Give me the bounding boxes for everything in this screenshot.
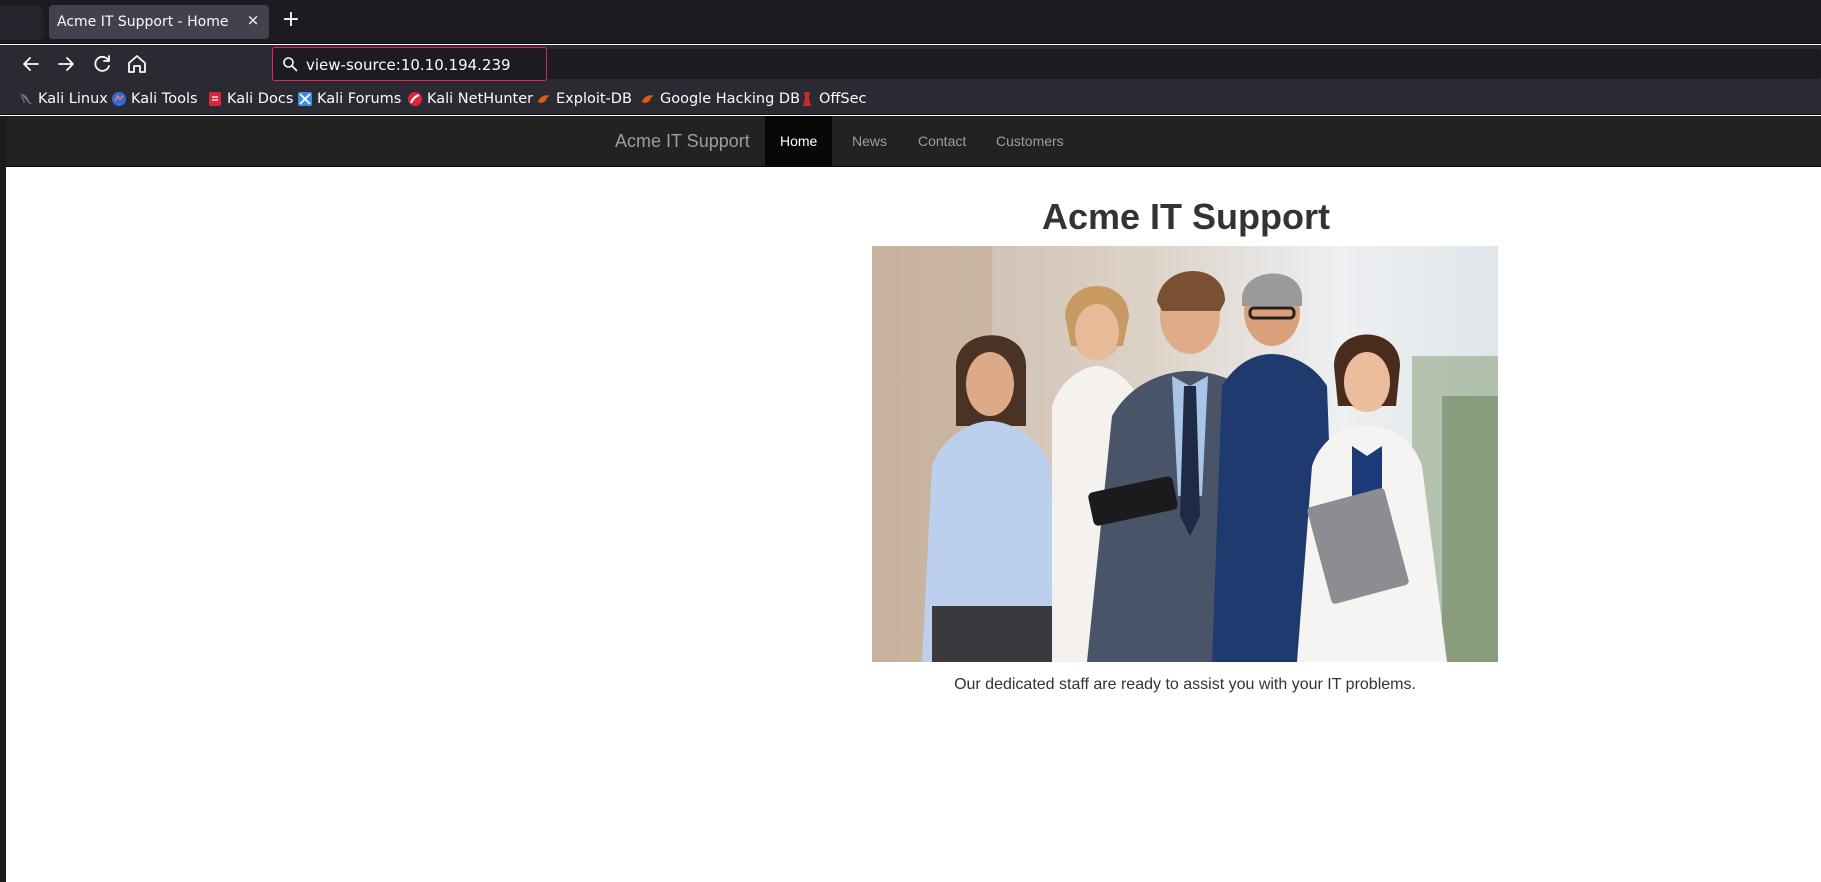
bookmark-label: Kali Docs bbox=[227, 91, 294, 107]
search-icon bbox=[283, 57, 298, 72]
bookmark-label: Google Hacking DB bbox=[660, 91, 801, 107]
reload-icon[interactable] bbox=[90, 52, 114, 76]
exploit-db-icon bbox=[538, 95, 550, 103]
nav-customers-link[interactable]: Customers bbox=[981, 116, 1079, 166]
bookmark-kali-nethunter[interactable]: Kali NetHunter bbox=[407, 89, 533, 109]
bookmark-kali-docs[interactable]: Kali Docs bbox=[207, 89, 293, 109]
tab-title: Acme IT Support - Home bbox=[57, 14, 229, 30]
page-viewport: Acme IT Support Home News Contact Custom… bbox=[0, 116, 1821, 882]
forward-arrow-icon[interactable] bbox=[54, 52, 78, 76]
photo-caption: Our dedicated staff are ready to assist … bbox=[954, 676, 1416, 693]
bookmark-label: Kali NetHunter bbox=[427, 91, 534, 107]
bookmark-label: Kali Forums bbox=[317, 91, 402, 107]
browser-tab-active[interactable]: Acme IT Support - Home × bbox=[49, 5, 269, 39]
bookmark-google-hacking-db[interactable]: Google Hacking DB bbox=[640, 89, 800, 109]
kali-forums-icon bbox=[298, 92, 312, 106]
address-bar[interactable]: view-source:10.10.194.239 bbox=[272, 47, 547, 81]
bookmarks-toolbar: Kali Linux Kali Tools Kali Docs Kali For… bbox=[0, 83, 1821, 115]
bookmark-label: Exploit-DB bbox=[556, 91, 632, 107]
previous-tab-sliver[interactable] bbox=[0, 6, 44, 40]
nav-news-link[interactable]: News bbox=[837, 116, 902, 166]
staff-team-photo bbox=[872, 246, 1498, 662]
nav-home-link[interactable]: Home bbox=[765, 116, 833, 166]
back-arrow-icon[interactable] bbox=[19, 52, 43, 76]
page-title: Acme IT Support bbox=[1041, 196, 1331, 237]
kali-docs-icon bbox=[209, 92, 221, 106]
ghdb-icon bbox=[642, 95, 654, 103]
bookmark-kali-forums[interactable]: Kali Forums bbox=[297, 89, 401, 109]
bookmark-label: Kali Tools bbox=[131, 91, 198, 107]
nav-contact-link[interactable]: Contact bbox=[903, 116, 981, 166]
site-navbar: Acme IT Support Home News Contact Custom… bbox=[6, 116, 1821, 167]
kali-tools-icon bbox=[112, 92, 126, 106]
bookmark-kali-linux[interactable]: Kali Linux bbox=[18, 89, 108, 109]
new-tab-icon[interactable]: + bbox=[281, 9, 301, 31]
browser-tab-strip: Acme IT Support - Home × + bbox=[0, 0, 1821, 44]
home-icon[interactable] bbox=[125, 52, 149, 76]
bookmark-label: OffSec bbox=[819, 91, 867, 107]
bookmark-kali-tools[interactable]: Kali Tools bbox=[111, 89, 198, 109]
address-bar-extension[interactable] bbox=[547, 49, 1821, 79]
browser-toolbar: view-source:10.10.194.239 bbox=[0, 45, 1821, 83]
kali-dragon-icon bbox=[20, 94, 33, 104]
bookmark-exploit-db[interactable]: Exploit-DB bbox=[536, 89, 632, 109]
site-brand-link[interactable]: Acme IT Support bbox=[615, 131, 750, 152]
tab-close-icon[interactable]: × bbox=[245, 12, 261, 28]
offsec-icon bbox=[803, 92, 811, 106]
bookmark-label: Kali Linux bbox=[38, 91, 108, 107]
address-bar-url: view-source:10.10.194.239 bbox=[306, 56, 511, 74]
bookmark-offsec[interactable]: OffSec bbox=[799, 89, 867, 109]
nethunter-icon bbox=[408, 92, 422, 106]
